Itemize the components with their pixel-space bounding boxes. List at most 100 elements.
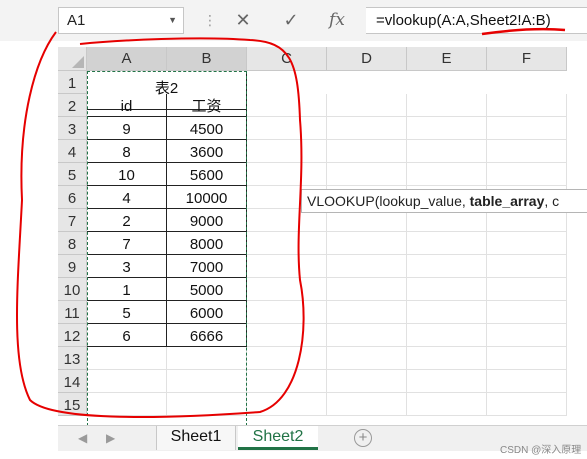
grid-cell[interactable] bbox=[247, 393, 327, 416]
scroll-right-icon[interactable]: ▶ bbox=[106, 431, 115, 445]
grid-cell[interactable] bbox=[247, 232, 327, 255]
grid-cell[interactable] bbox=[407, 94, 487, 117]
grid-cell[interactable] bbox=[87, 370, 167, 393]
sheet-tab-sheet2[interactable]: Sheet2 bbox=[238, 426, 318, 450]
cancel-icon[interactable]: ✕ bbox=[228, 7, 258, 34]
grid-cell[interactable] bbox=[327, 324, 407, 347]
column-header-a[interactable]: A bbox=[87, 47, 167, 71]
grid-cell[interactable] bbox=[487, 163, 567, 186]
confirm-icon[interactable]: ✓ bbox=[276, 7, 306, 34]
grid-cell[interactable] bbox=[487, 347, 567, 370]
row-header-3[interactable]: 3 bbox=[58, 117, 87, 140]
table-cell[interactable]: 3600 bbox=[167, 140, 247, 163]
sheet-tab-sheet1[interactable]: Sheet1 bbox=[156, 426, 236, 450]
grid-cell[interactable] bbox=[247, 255, 327, 278]
grid-cell[interactable] bbox=[247, 278, 327, 301]
grid-cell[interactable] bbox=[487, 370, 567, 393]
grid-cell[interactable] bbox=[247, 301, 327, 324]
chevron-down-icon[interactable]: ▼ bbox=[168, 8, 177, 33]
formula-input[interactable]: =vlookup(A:A,Sheet2!A:B) bbox=[366, 7, 587, 34]
table-header-cell[interactable]: 工资 bbox=[167, 94, 247, 117]
table-cell[interactable]: 9000 bbox=[167, 209, 247, 232]
grid-cell[interactable] bbox=[247, 324, 327, 347]
table-cell[interactable]: 7 bbox=[87, 232, 167, 255]
grid-cell[interactable] bbox=[407, 255, 487, 278]
worksheet-grid[interactable]: ABCDEF 1 2 3 4 5 6 7 8 9 10 11 12 13 14 15 表2 id 工资 9 4500… bbox=[58, 47, 587, 427]
row-header-11[interactable]: 11 bbox=[58, 301, 87, 324]
table-cell[interactable]: 4500 bbox=[167, 117, 247, 140]
table-cell[interactable]: 10 bbox=[87, 163, 167, 186]
grid-cell[interactable] bbox=[327, 370, 407, 393]
grid-cell[interactable] bbox=[407, 347, 487, 370]
table-cell[interactable]: 8 bbox=[87, 140, 167, 163]
grid-cell[interactable] bbox=[327, 393, 407, 416]
grid-cell[interactable] bbox=[247, 140, 327, 163]
grid-cell[interactable] bbox=[167, 370, 247, 393]
add-sheet-icon[interactable]: + bbox=[354, 429, 372, 447]
row-header-1[interactable]: 1 bbox=[58, 71, 87, 94]
grid-cell[interactable] bbox=[407, 232, 487, 255]
grid-cell[interactable] bbox=[247, 94, 327, 117]
grid-cell[interactable] bbox=[327, 278, 407, 301]
grid-cell[interactable] bbox=[247, 117, 327, 140]
grid-cell[interactable] bbox=[327, 232, 407, 255]
column-header-f[interactable]: F bbox=[487, 47, 567, 71]
grid-cell[interactable] bbox=[487, 232, 567, 255]
grid-cell[interactable] bbox=[407, 393, 487, 416]
table-cell[interactable]: 8000 bbox=[167, 232, 247, 255]
column-header-c[interactable]: C bbox=[247, 47, 327, 71]
table-cell[interactable]: 10000 bbox=[167, 186, 247, 209]
row-header-12[interactable]: 12 bbox=[58, 324, 87, 347]
row-header-14[interactable]: 14 bbox=[58, 370, 87, 393]
table-cell[interactable]: 7000 bbox=[167, 255, 247, 278]
grid-cell[interactable] bbox=[407, 278, 487, 301]
grid-cell[interactable] bbox=[407, 324, 487, 347]
grid-cell[interactable] bbox=[327, 347, 407, 370]
row-header-13[interactable]: 13 bbox=[58, 347, 87, 370]
grid-cell[interactable] bbox=[87, 347, 167, 370]
column-header-d[interactable]: D bbox=[327, 47, 407, 71]
grid-cell[interactable] bbox=[247, 347, 327, 370]
grid-cell[interactable] bbox=[407, 370, 487, 393]
scroll-left-icon[interactable]: ◀ bbox=[78, 431, 87, 445]
grid-cell[interactable] bbox=[327, 117, 407, 140]
grid-cell[interactable] bbox=[487, 301, 567, 324]
grid-cell[interactable] bbox=[487, 140, 567, 163]
grid-cell[interactable] bbox=[487, 393, 567, 416]
grid-cell[interactable] bbox=[407, 140, 487, 163]
grid-cell[interactable] bbox=[167, 347, 247, 370]
table-cell[interactable]: 4 bbox=[87, 186, 167, 209]
table-cell[interactable]: 9 bbox=[87, 117, 167, 140]
grid-cell[interactable] bbox=[87, 393, 167, 416]
row-header-5[interactable]: 5 bbox=[58, 163, 87, 186]
grid-cell[interactable] bbox=[167, 393, 247, 416]
table-header-cell[interactable]: id bbox=[87, 94, 167, 117]
row-header-15[interactable]: 15 bbox=[58, 393, 87, 416]
table-cell[interactable]: 5000 bbox=[167, 278, 247, 301]
grid-cell[interactable] bbox=[327, 301, 407, 324]
row-header-7[interactable]: 7 bbox=[58, 209, 87, 232]
row-header-2[interactable]: 2 bbox=[58, 94, 87, 117]
column-header-b[interactable]: B bbox=[167, 47, 247, 71]
grid-cell[interactable] bbox=[327, 140, 407, 163]
table-cell[interactable]: 5 bbox=[87, 301, 167, 324]
row-header-9[interactable]: 9 bbox=[58, 255, 87, 278]
table-cell[interactable]: 1 bbox=[87, 278, 167, 301]
grid-cell[interactable] bbox=[247, 370, 327, 393]
table-cell[interactable]: 6666 bbox=[167, 324, 247, 347]
table-cell[interactable]: 6 bbox=[87, 324, 167, 347]
grid-cell[interactable] bbox=[407, 117, 487, 140]
grid-cell[interactable] bbox=[327, 163, 407, 186]
table-cell[interactable]: 6000 bbox=[167, 301, 247, 324]
grid-cell[interactable] bbox=[247, 163, 327, 186]
grid-cell[interactable] bbox=[327, 255, 407, 278]
grid-cell[interactable] bbox=[407, 301, 487, 324]
grid-cell[interactable] bbox=[487, 324, 567, 347]
grid-cell[interactable] bbox=[487, 94, 567, 117]
grid-cell[interactable] bbox=[407, 163, 487, 186]
grid-cell[interactable] bbox=[487, 117, 567, 140]
grid-cell[interactable] bbox=[487, 255, 567, 278]
name-box[interactable]: A1 ▼ bbox=[58, 7, 184, 34]
table-cell[interactable]: 5600 bbox=[167, 163, 247, 186]
table-cell[interactable]: 3 bbox=[87, 255, 167, 278]
